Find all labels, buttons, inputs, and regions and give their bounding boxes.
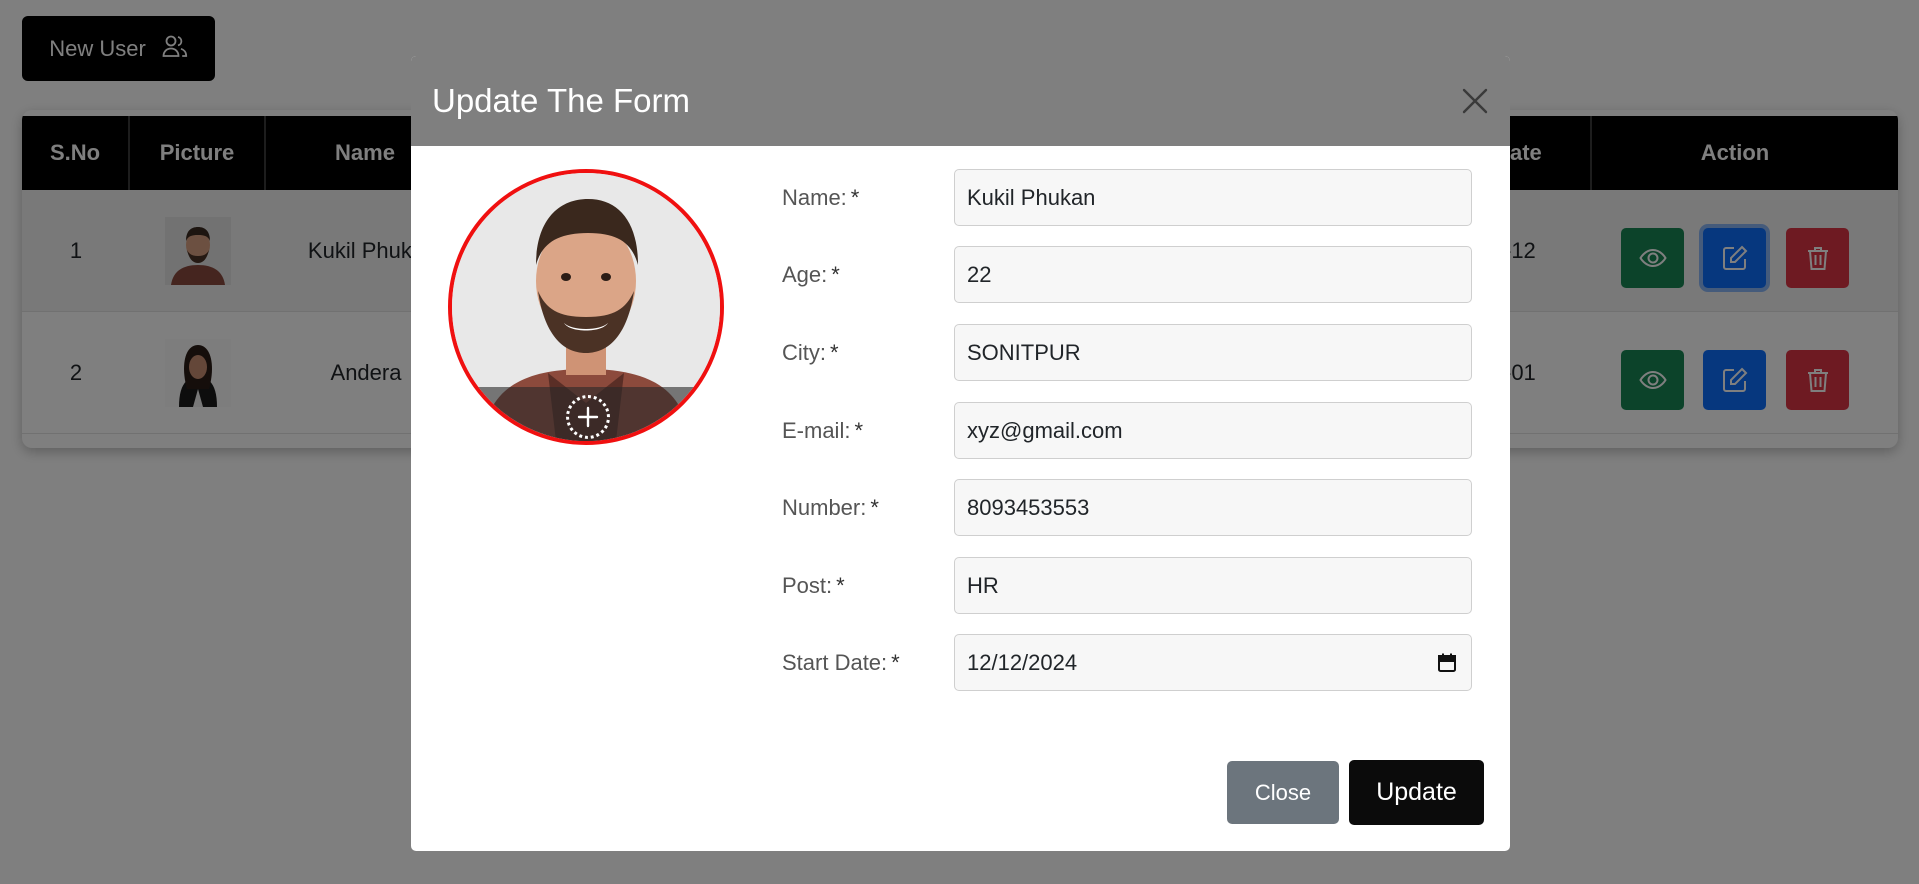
upload-photo-button[interactable] — [566, 395, 610, 439]
email-label: E-mail: * — [782, 418, 864, 443]
start-date-row: Start Date: * 12/12/2024 — [782, 634, 1472, 692]
profile-picture — [448, 169, 724, 445]
number-input[interactable]: 8093453553 — [954, 479, 1472, 536]
age-row: Age: * 22 — [782, 246, 1472, 304]
city-label: City: * — [782, 340, 839, 365]
city-row: City: * SONITPUR — [782, 324, 1472, 382]
close-icon — [1462, 88, 1488, 114]
update-form-modal: Update The Form Name: * Kukil Phukan Age… — [411, 56, 1510, 851]
post-row: Post: * HR — [782, 557, 1472, 615]
name-input[interactable]: Kukil Phukan — [954, 169, 1472, 226]
age-input[interactable]: 22 — [954, 246, 1472, 303]
start-date-input[interactable]: 12/12/2024 — [954, 634, 1472, 691]
email-row: E-mail: * xyz@gmail.com — [782, 402, 1472, 460]
page: New User S.No Picture Name ate Action 1 — [0, 0, 1919, 884]
start-date-value: 12/12/2024 — [967, 649, 1078, 675]
city-input[interactable]: SONITPUR — [954, 324, 1472, 381]
modal-close-button[interactable] — [1458, 84, 1492, 118]
post-label: Post: * — [782, 573, 845, 598]
modal-title: Update The Form — [432, 82, 691, 119]
name-row: Name: * Kukil Phukan — [782, 169, 1472, 227]
calendar-icon[interactable] — [1437, 652, 1457, 679]
number-row: Number: * 8093453553 — [782, 479, 1472, 537]
update-button[interactable]: Update — [1349, 760, 1484, 825]
post-input[interactable]: HR — [954, 557, 1472, 614]
email-input[interactable]: xyz@gmail.com — [954, 402, 1472, 459]
age-label: Age: * — [782, 262, 840, 287]
number-label: Number: * — [782, 495, 879, 520]
close-button[interactable]: Close — [1227, 761, 1339, 824]
start-date-label: Start Date: * — [782, 650, 900, 675]
modal-header: Update The Form — [411, 56, 1510, 146]
name-label: Name: * — [782, 185, 860, 210]
plus-icon — [577, 406, 599, 428]
